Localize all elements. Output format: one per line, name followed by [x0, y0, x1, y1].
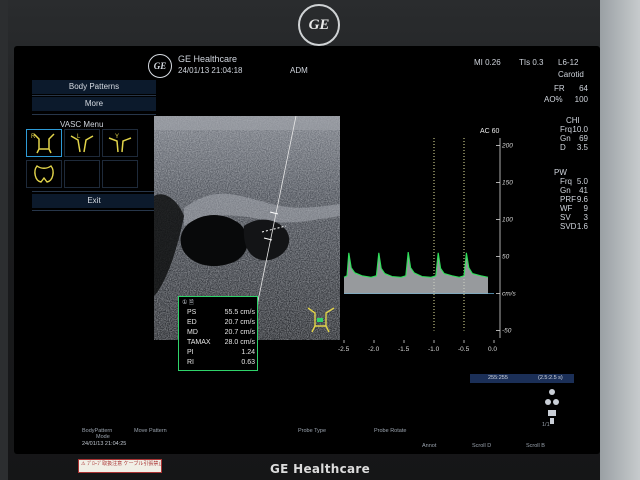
y-tick-label: 150 — [502, 179, 513, 186]
ac-label: AC 60 — [480, 128, 500, 135]
ge-logo-top: GE — [298, 4, 340, 46]
chi-param-value: 3.5 — [576, 143, 588, 152]
bottom-softkey-bar: BodyPattern Mode Move Pattern Probe Type… — [14, 422, 600, 454]
body-patterns-button[interactable]: Body Patterns — [32, 80, 156, 94]
tis-readout: TIs 0.3 — [519, 58, 544, 67]
chi-param-value: 10.0 — [572, 125, 588, 134]
body-pattern-neck-front[interactable]: R — [26, 129, 62, 157]
measure-label: TAMAX — [187, 339, 211, 346]
ge-logo-icon: GE — [148, 54, 172, 78]
neck-pattern-icon: Y — [108, 134, 132, 153]
status-readout: (2.5:2.5 s) — [538, 375, 563, 381]
operator-label: ADM — [290, 66, 308, 75]
svg-text:Y: Y — [115, 134, 119, 140]
y-tick-label: cm/s — [502, 291, 516, 298]
chi-title: CHI — [566, 116, 580, 125]
spectrum-fill — [344, 252, 488, 294]
measure-value: 0.63 — [241, 359, 255, 366]
x-tick-label: -1.0 — [428, 346, 440, 353]
measure-label: RI — [187, 359, 194, 366]
scroll-d-label[interactable]: Scroll D — [472, 443, 491, 449]
x-tick-label: -1.5 — [398, 346, 410, 353]
measure-label: PS — [187, 309, 197, 316]
right-wall — [600, 0, 640, 480]
y-tick-label: 100 — [502, 216, 513, 223]
doppler-measurement-panel[interactable]: ① 🗎 PS 55.5 cm/s ED 20.7 cm/s MD 20.7 cm/s TAM… — [178, 296, 258, 371]
left-wall — [0, 0, 8, 480]
exit-button[interactable]: Exit — [32, 194, 156, 208]
more-button[interactable]: More — [32, 97, 156, 111]
y-tick-label: 200 — [501, 142, 513, 149]
mi-readout: MI 0.26 — [474, 58, 501, 67]
pw-title: PW — [554, 168, 567, 177]
y-tick-label: 50 — [502, 254, 510, 261]
neck-pattern-icon: R — [31, 133, 55, 154]
spectral-doppler-chart[interactable]: 200 150 100 50 cm/s -50 -2.5 -2.0 -1.5 -1.0 -0.5 0.… — [324, 126, 524, 356]
x-tick-label: -2.5 — [338, 346, 350, 353]
fr-value: 64 — [579, 84, 588, 93]
ao-value: 100 — [574, 95, 588, 104]
x-tick-label: 0.0 — [488, 346, 497, 353]
menu-divider — [32, 95, 156, 96]
status-field: 255:255 (2.5:2.5 s) — [470, 374, 574, 383]
softkey-mode-label: Mode — [96, 434, 110, 440]
ultrasound-screen: GE GE Healthcare 24/01/13 21:04:18 ADM M… — [14, 46, 600, 454]
body-pattern-empty[interactable] — [102, 160, 138, 188]
menu-divider — [32, 114, 156, 115]
bottom-datetime: 24/01/13 21:04:25 — [82, 441, 127, 447]
body-pattern-empty[interactable] — [64, 160, 100, 188]
preset-label: Carotid — [558, 70, 584, 79]
softkey-probe-rotate[interactable]: Probe Rotate — [374, 428, 406, 434]
measure-header: ① 🗎 — [182, 300, 194, 306]
neck-pattern-icon: L — [70, 134, 94, 153]
datetime-label: 24/01/13 21:04:18 — [178, 66, 243, 75]
scroll-b-label[interactable]: Scroll B — [526, 443, 545, 449]
measure-value: 28.0 cm/s — [224, 339, 255, 346]
measure-value: 55.5 cm/s — [224, 309, 255, 316]
annot-label[interactable]: Annot — [422, 443, 436, 449]
probe-label: L6-12 — [558, 58, 579, 67]
svg-text:L: L — [77, 134, 81, 140]
bottom-brand-label: GE Healthcare — [270, 462, 371, 476]
measure-label: PI — [187, 349, 194, 356]
brand-label: GE Healthcare — [178, 54, 238, 64]
measure-value: 1.24 — [241, 349, 255, 356]
pw-param-value: 9 — [583, 204, 588, 213]
softkey-move-pattern[interactable]: Move Pattern — [134, 428, 167, 434]
page-indicator: 1/1 — [542, 422, 550, 428]
body-pattern-neck-right[interactable]: Y — [102, 129, 138, 157]
menu-divider — [32, 191, 156, 192]
measure-value: 20.7 cm/s — [224, 329, 255, 336]
pw-param-value: 41 — [579, 186, 588, 195]
pw-param-value: 1.6 — [576, 222, 588, 231]
pw-param-value: 9.6 — [576, 195, 588, 204]
measure-label: ED — [187, 319, 197, 326]
pw-param-value: 5.0 — [576, 177, 588, 186]
vasc-menu-title: VASC Menu — [60, 120, 104, 129]
side-tools-icon[interactable] — [542, 386, 562, 426]
thyroid-pattern-icon — [34, 165, 54, 183]
svg-text:R: R — [31, 134, 36, 140]
measure-value: 20.7 cm/s — [224, 319, 255, 326]
softkey-probe-type[interactable]: Probe Type — [298, 428, 326, 434]
x-tick-label: -2.0 — [368, 346, 380, 353]
y-tick-label: -50 — [502, 328, 512, 335]
chi-param-value: 69 — [579, 134, 588, 143]
status-field-value: 255:255 — [488, 375, 508, 381]
menu-divider — [32, 210, 156, 211]
body-pattern-thyroid[interactable] — [26, 160, 62, 188]
pw-param-value: 3 — [583, 213, 588, 222]
x-tick-label: -0.5 — [458, 346, 470, 353]
body-pattern-neck-left[interactable]: L — [64, 129, 100, 157]
warning-sticker: ⚠ ﾌﾟﾛｰﾌﾞ取扱注意 ケーブル引張禁止 注意 — [78, 459, 162, 473]
measure-label: MD — [187, 329, 198, 336]
